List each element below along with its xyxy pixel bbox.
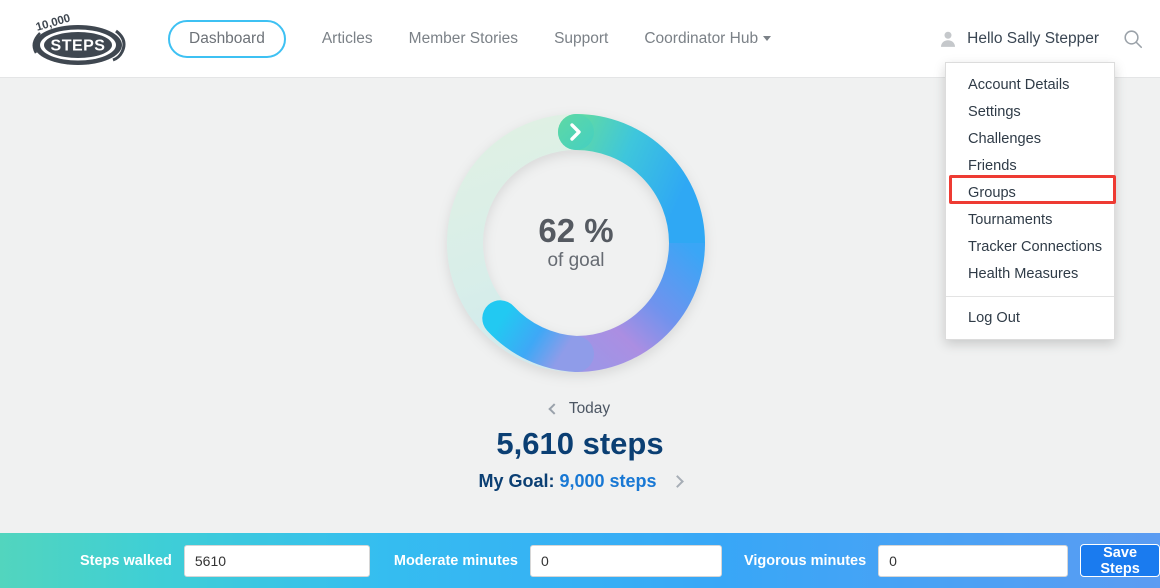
user-avatar-icon [941,31,956,47]
moderate-minutes-label: Moderate minutes [393,552,518,569]
donut-progress-segment-1 [558,114,705,261]
dropdown-label-account-details: Account Details [968,77,1070,93]
donut-chart-svg [447,114,705,372]
steps-walked-label: Steps walked [80,552,172,569]
dropdown-label-friends: Friends [968,158,1017,174]
nav-item-dashboard[interactable]: Dashboard [168,19,286,58]
goal-label: My Goal: [478,471,555,491]
page-root: STEPS 10,000 Dashboard Articles Member S… [0,0,1160,588]
nav-label-articles: Articles [321,29,373,47]
nav-label-member-stories: Member Stories [408,29,519,47]
dropdown-label-challenges: Challenges [968,131,1042,147]
dropdown-item-tracker-connections[interactable]: Tracker Connections [946,234,1114,261]
chevron-right-icon[interactable] [670,475,684,488]
user-dropdown-menu: Account Details Settings Challenges Frie… [945,62,1116,340]
nav-item-member-stories[interactable]: Member Stories [409,30,518,48]
dropdown-item-groups[interactable]: Groups [946,180,1114,207]
dropdown-item-challenges[interactable]: Challenges [946,126,1114,153]
vigorous-minutes-input[interactable] [878,544,1069,577]
save-steps-button[interactable]: Save Steps [1080,544,1160,577]
dropdown-item-account-details[interactable]: Account Details [946,72,1114,99]
steps-entry-bar: Steps walked Moderate minutes Vigorous m… [0,533,1160,588]
nav-label-support: Support [554,29,609,47]
svg-text:STEPS: STEPS [51,37,106,54]
vigorous-minutes-label: Vigorous minutes [743,552,867,569]
chevron-left-icon[interactable] [548,403,560,415]
dropdown-item-health-measures[interactable]: Health Measures [946,261,1114,288]
donut-progress-segment-3 [482,300,594,372]
day-selector: Today [0,400,1160,418]
nav-label-dashboard: Dashboard [189,29,265,47]
dropdown-label-tournaments: Tournaments [968,212,1053,228]
dropdown-item-settings[interactable]: Settings [946,99,1114,126]
main-navigation: Dashboard Articles Member Stories Suppor… [168,19,772,58]
donut-progress-segment-2 [575,242,705,372]
dropdown-divider [946,296,1114,297]
steps-total: 5,610 steps [496,426,664,461]
nav-label-coordinator-hub: Coordinator Hub [644,29,759,47]
nav-item-support[interactable]: Support [554,30,608,48]
user-greeting[interactable]: Hello Sally Stepper [967,30,1099,48]
donut-start-cap [558,114,594,150]
goal-value[interactable]: 9,000 steps [559,471,656,492]
steps-walked-input[interactable] [183,544,370,577]
site-logo[interactable]: STEPS 10,000 [18,9,130,69]
goal-row: My Goal: 9,000 steps [0,471,1160,492]
search-icon [1124,30,1143,49]
moderate-minutes-input[interactable] [529,544,722,577]
dropdown-label-tracker-connections: Tracker Connections [968,239,1103,255]
dropdown-item-log-out[interactable]: Log Out [946,305,1114,332]
dropdown-label-groups: Groups [968,185,1016,201]
dropdown-item-tournaments[interactable]: Tournaments [946,207,1114,234]
dropdown-label-settings: Settings [968,104,1021,120]
dropdown-item-friends[interactable]: Friends [946,153,1114,180]
chevron-down-icon [763,35,772,41]
footprint-logo-icon: STEPS 10,000 [32,12,126,65]
nav-item-articles[interactable]: Articles [322,30,373,48]
dropdown-label-log-out: Log Out [968,310,1020,326]
day-label[interactable]: Today [569,400,610,418]
dropdown-label-health-measures: Health Measures [968,266,1079,282]
nav-item-coordinator-hub[interactable]: Coordinator Hub [644,29,772,48]
search-button[interactable] [1120,26,1146,52]
goal-progress-donut[interactable]: 62 % of goal [441,108,711,378]
